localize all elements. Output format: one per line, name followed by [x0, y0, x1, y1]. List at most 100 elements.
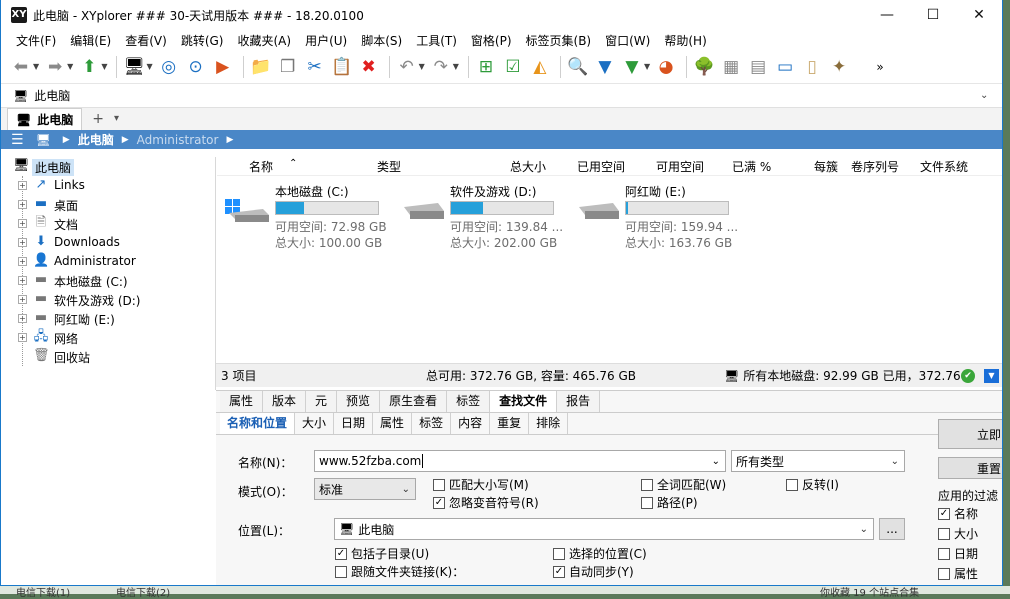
new-folder-icon[interactable]: 📁 — [249, 55, 273, 79]
tree-toggle-icon[interactable]: ⊞ — [474, 55, 498, 79]
whole-word-checkbox[interactable]: 全词匹配(W) — [641, 476, 726, 493]
menu-favorites[interactable]: 收藏夹(A) — [230, 32, 298, 49]
undo-icon[interactable]: ↶ — [395, 55, 419, 79]
tree-item-downloads[interactable]: + ⬇ Downloads — [1, 233, 215, 252]
reset-button[interactable]: 重置 — [938, 457, 1002, 479]
breadcrumb-item[interactable]: 此电脑 — [78, 131, 114, 148]
expand-icon[interactable]: + — [18, 295, 27, 304]
tree-item-drive-d[interactable]: + ▬ 软件及游戏 (D:) — [1, 290, 215, 309]
mode-select[interactable]: 标准 ⌄ — [314, 478, 416, 500]
pie-chart-icon[interactable]: ◕ — [654, 55, 678, 79]
copy-icon[interactable]: ❐ — [276, 55, 300, 79]
checkbox-icon[interactable]: ☑ — [501, 55, 525, 79]
menu-window[interactable]: 窗口(W) — [598, 32, 657, 49]
tab-tags[interactable]: 标签 — [447, 391, 491, 412]
thumbnails-icon[interactable]: ▦ — [719, 55, 743, 79]
menu-tabsets[interactable]: 标签页集(B) — [519, 32, 599, 49]
tree-item-documents[interactable]: + 🗎 文档 — [1, 214, 215, 233]
search-now-button[interactable]: 立即 — [938, 419, 1002, 449]
back-dropdown-icon[interactable]: ▼ — [33, 62, 39, 71]
tab-raw-view[interactable]: 原生查看 — [380, 391, 448, 412]
expand-icon[interactable]: + — [18, 333, 27, 342]
drive-item-e[interactable]: 阿红呦 (E:) 可用空间: 159.94 ... 总大小: 163.76 GB — [575, 181, 745, 251]
tree-item-administrator[interactable]: + 👤 Administrator — [1, 252, 215, 271]
cut-icon[interactable]: ✂ — [303, 55, 327, 79]
breadcrumb-item[interactable]: Administrator — [137, 133, 219, 147]
tab-version[interactable]: 版本 — [263, 391, 307, 412]
filter-dropdown-icon[interactable]: ▼ — [644, 62, 650, 71]
filter-icon[interactable]: ▼ — [593, 55, 617, 79]
tree-item-drive-c[interactable]: + ▬ 本地磁盘 (C:) — [1, 271, 215, 290]
menu-user[interactable]: 用户(U) — [298, 32, 354, 49]
follow-links-checkbox[interactable]: 跟随文件夹链接(K)： — [335, 563, 464, 580]
computer-icon[interactable]: 🖥 — [122, 55, 146, 79]
delete-icon[interactable]: ✖ — [357, 55, 381, 79]
paste-icon[interactable]: 📋 — [330, 55, 354, 79]
tab-find-files[interactable]: 查找文件 — [490, 391, 558, 412]
column-filesystem[interactable]: 文件系统 — [920, 158, 968, 175]
tab-date[interactable]: 日期 — [334, 413, 374, 434]
column-type[interactable]: 类型 — [377, 158, 401, 175]
expand-icon[interactable]: + — [18, 200, 27, 209]
tab-preview[interactable]: 预览 — [337, 391, 381, 412]
tab-labels[interactable]: 标签 — [412, 413, 452, 434]
menu-view[interactable]: 查看(V) — [118, 32, 174, 49]
tree-item-recycle-bin[interactable]: 🗑 回收站 — [1, 347, 215, 366]
tab-properties[interactable]: 属性 — [220, 391, 264, 412]
target-icon[interactable]: ◎ — [157, 55, 181, 79]
tab-exclusions[interactable]: 排除 — [529, 413, 569, 434]
expand-icon[interactable]: + — [18, 314, 27, 323]
ignore-diacritics-checkbox[interactable]: ✓ 忽略变音符号(R) — [433, 494, 539, 511]
tab-report[interactable]: 报告 — [557, 391, 601, 412]
tree-item-desktop[interactable]: + ▬ 桌面 — [1, 195, 215, 214]
pizza-icon[interactable]: ◭ — [528, 55, 552, 79]
close-button[interactable]: ✕ — [956, 0, 1002, 30]
toolbar-more-icon[interactable]: » — [868, 55, 892, 79]
expand-icon[interactable]: + — [18, 181, 27, 190]
name-input[interactable]: www.52fzba.com ⌄ — [314, 450, 726, 472]
up-dropdown-icon[interactable]: ▼ — [101, 62, 107, 71]
back-icon[interactable]: ⬅ — [9, 55, 33, 79]
expand-icon[interactable]: + — [18, 219, 27, 228]
menu-script[interactable]: 脚本(S) — [354, 32, 409, 49]
tab-this-pc[interactable]: 🖥 此电脑 — [7, 108, 83, 130]
tree-item-network[interactable]: + 🖧 网络 — [1, 328, 215, 347]
redo-icon[interactable]: ↷ — [429, 55, 453, 79]
chevron-down-icon[interactable]: ⌄ — [980, 90, 1002, 101]
invert-checkbox[interactable]: 反转(I) — [786, 476, 839, 493]
browse-button[interactable]: ... — [879, 518, 905, 540]
tree-icon[interactable]: 🌳 — [692, 55, 716, 79]
drive-item-c[interactable]: 本地磁盘 (C:) 可用空间: 72.98 GB 总大小: 100.00 GB — [225, 181, 395, 251]
auto-sync-checkbox[interactable]: ✓ 自动同步(Y) — [553, 563, 634, 580]
minimize-button[interactable]: — — [864, 0, 910, 30]
tab-menu-button[interactable]: ▾ — [114, 108, 119, 130]
filter-date-checkbox[interactable]: 日期 — [938, 545, 978, 562]
column-serial[interactable]: 卷序列号 — [851, 158, 899, 175]
match-case-checkbox[interactable]: 匹配大小写(M) — [433, 476, 529, 493]
tree-item-drive-e[interactable]: + ▬ 阿红呦 (E:) — [1, 309, 215, 328]
new-tab-button[interactable]: + — [92, 108, 104, 130]
address-bar[interactable]: 🖥 此电脑 ⌄ — [1, 84, 1002, 108]
tab-duplicates[interactable]: 重复 — [490, 413, 530, 434]
menu-edit[interactable]: 编辑(E) — [63, 32, 118, 49]
path-checkbox[interactable]: 路径(P) — [641, 494, 698, 511]
details-view-icon[interactable]: ▤ — [746, 55, 770, 79]
drives-dropdown-icon[interactable]: ▼ — [146, 62, 152, 71]
menu-panes[interactable]: 窗格(P) — [464, 32, 519, 49]
breadcrumb-separator[interactable]: ▶ — [122, 135, 129, 145]
search-icon[interactable]: 🔍 — [566, 55, 590, 79]
settings-icon[interactable]: ✦ — [827, 55, 851, 79]
tab-size[interactable]: 大小 — [295, 413, 335, 434]
tab-attributes[interactable]: 属性 — [373, 413, 413, 434]
menu-go[interactable]: 跳转(G) — [174, 32, 231, 49]
dual-pane-icon[interactable]: ▭ — [773, 55, 797, 79]
tree-item-this-pc[interactable]: 🖥 此电脑 — [1, 157, 215, 176]
tree-item-links[interactable]: + ↗ Links — [1, 176, 215, 195]
forward-dropdown-icon[interactable]: ▼ — [67, 62, 73, 71]
drive-item-d[interactable]: 软件及游戏 (D:) 可用空间: 139.84 ... 总大小: 202.00 … — [400, 181, 570, 251]
filter-name-checkbox[interactable]: ✓ 名称 — [938, 505, 978, 522]
column-cluster[interactable]: 每簇 — [814, 158, 838, 175]
undo-dropdown-icon[interactable]: ▼ — [419, 62, 425, 71]
expand-icon[interactable]: + — [18, 238, 27, 247]
maximize-button[interactable]: ☐ — [910, 0, 956, 30]
